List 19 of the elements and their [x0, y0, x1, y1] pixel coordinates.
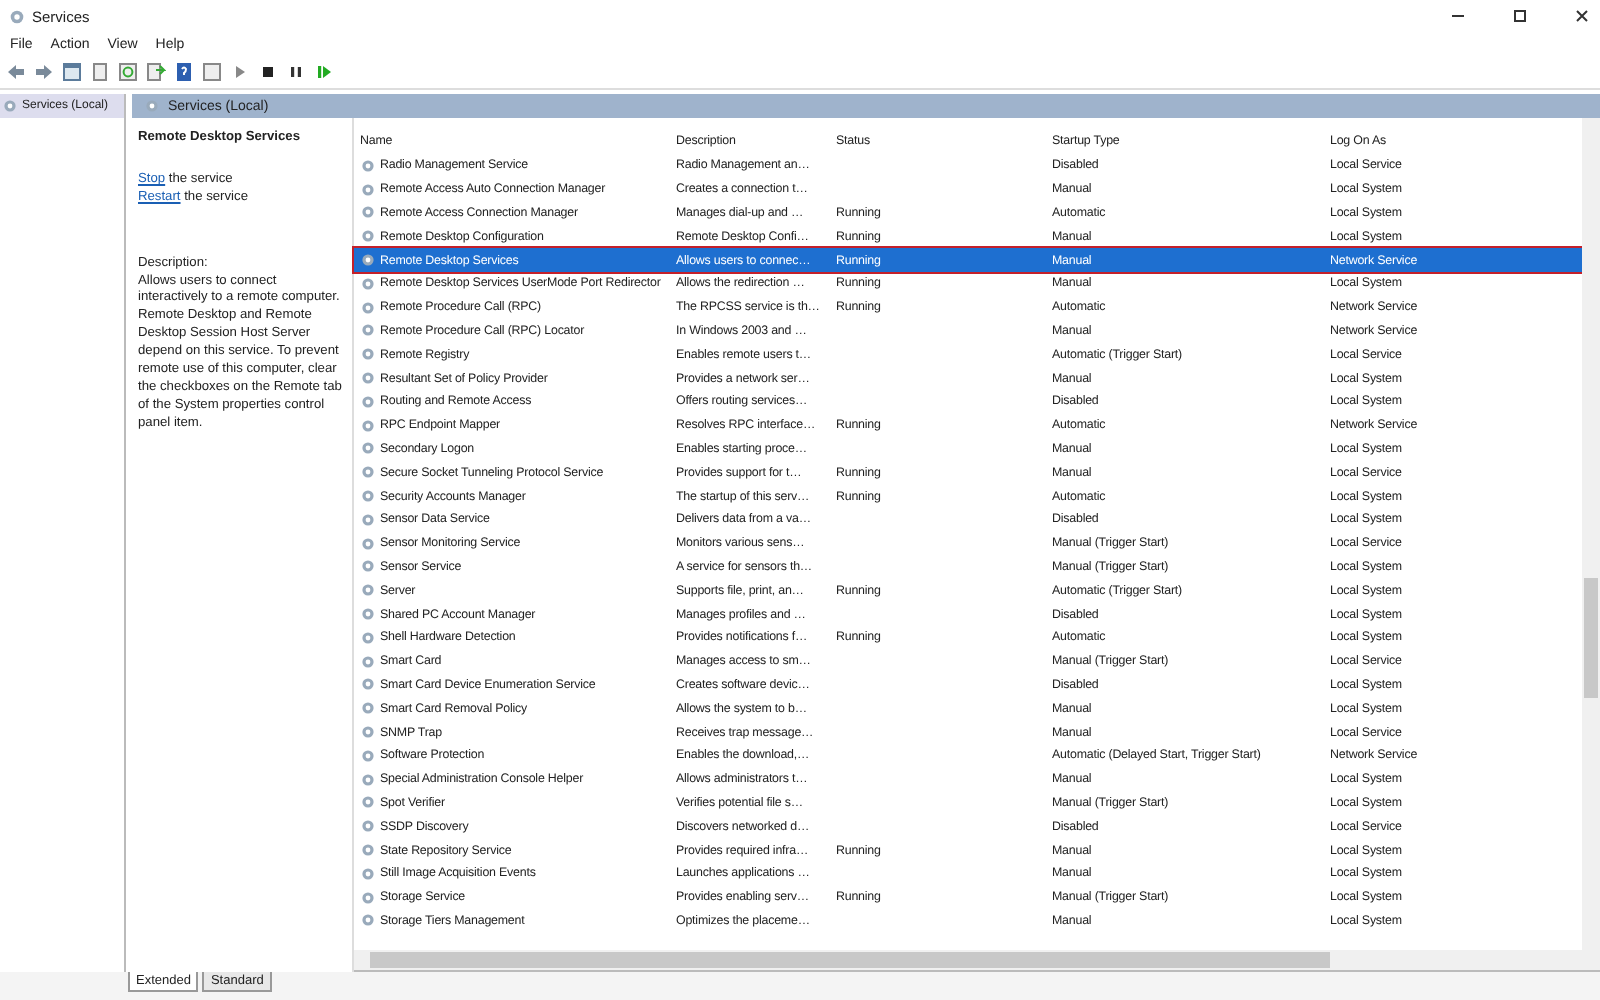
gear-icon — [144, 98, 160, 114]
stop-icon[interactable] — [258, 62, 278, 82]
resume-icon[interactable] — [314, 62, 334, 82]
vertical-scrollbar[interactable] — [1582, 118, 1600, 950]
pause-icon[interactable] — [286, 62, 306, 82]
forward-icon[interactable] — [34, 62, 54, 82]
close-icon[interactable] — [1572, 6, 1592, 26]
gear-icon — [8, 7, 26, 25]
window-icon[interactable] — [202, 62, 222, 82]
refresh-icon[interactable] — [118, 62, 138, 82]
help-icon[interactable] — [174, 62, 194, 82]
window-icon[interactable] — [62, 62, 82, 82]
export-icon[interactable] — [146, 62, 166, 82]
maximize-icon[interactable] — [1510, 6, 1530, 26]
gear-icon — [2, 98, 18, 114]
document-icon[interactable] — [90, 62, 110, 82]
play-icon[interactable] — [230, 62, 250, 82]
horizontal-scrollbar[interactable] — [354, 950, 1600, 972]
back-icon[interactable] — [6, 62, 26, 82]
